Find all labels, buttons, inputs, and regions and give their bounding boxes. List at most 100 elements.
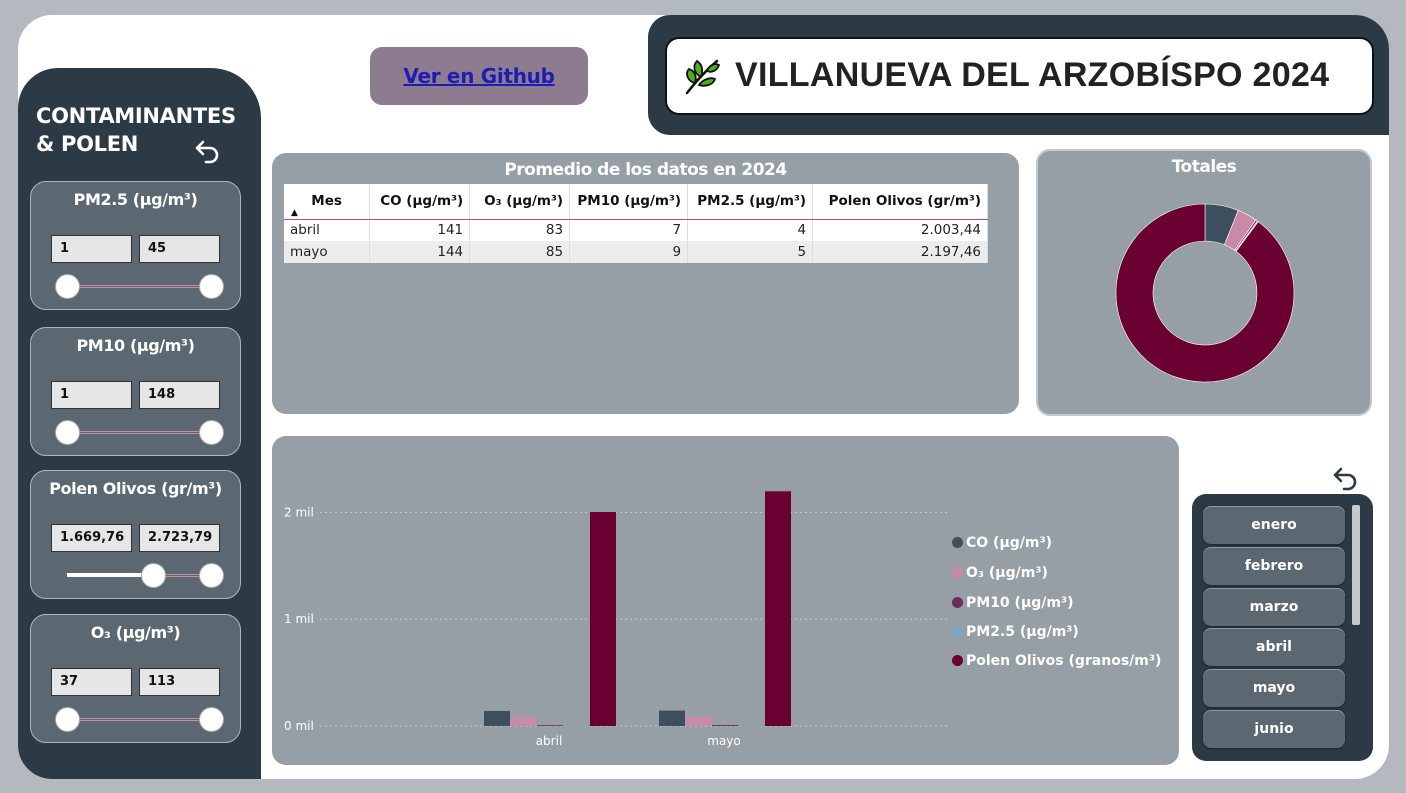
table-row: mayo 144 85 9 5 2.197,46 [284, 241, 988, 263]
range-slider-track[interactable] [67, 718, 211, 721]
table-title: Promedio de los datos en 2024 [504, 160, 787, 180]
legend-item[interactable]: Polen Olivos (granos/m³) [952, 650, 1161, 672]
x-tick-label: abril [536, 734, 563, 748]
legend-label: PM10 (µg/m³) [966, 595, 1074, 611]
totals-panel: Totales [1036, 149, 1372, 416]
y-tick-label: 2 mil [284, 505, 314, 519]
reset-months-icon[interactable] [1332, 465, 1360, 491]
month-option-marzo[interactable]: marzo [1203, 587, 1345, 626]
table-header-row: Mes ▲ CO (µg/m³) O₃ (µg/m³) PM10 (µg/m³) PM2.… [284, 184, 988, 220]
range-min-handle[interactable] [55, 420, 80, 445]
legend-dot-icon [952, 537, 963, 548]
bar[interactable] [590, 511, 616, 726]
table-cell: 4 [687, 219, 814, 241]
table-cell: 5 [687, 241, 814, 263]
sidebar-title: CONTAMINANTES & POLEN [36, 104, 236, 156]
table-cell: 2.197,46 [812, 241, 988, 263]
range-min-handle[interactable] [141, 563, 167, 588]
range-max-handle[interactable] [199, 707, 224, 732]
range-max-handle[interactable] [199, 420, 224, 445]
bar[interactable] [563, 725, 590, 727]
range-min-input[interactable]: 1 [51, 235, 132, 263]
bar[interactable] [484, 710, 510, 726]
legend-dot-icon [952, 626, 963, 637]
page-title: VILLANUEVA DEL ARZOBÍSPO 2024 [735, 56, 1330, 94]
range-max-input[interactable]: 2.723,79 [139, 524, 220, 552]
legend-dot-icon [952, 655, 963, 666]
column-header[interactable]: CO (µg/m³) [369, 184, 471, 220]
table-row: abril 141 83 7 4 2.003,44 [284, 219, 988, 241]
bar[interactable] [765, 491, 791, 726]
filter-card: O₃ (µg/m³) 37 113 [30, 614, 241, 743]
bar-chart-panel: 0 mil 1 mil 2 mil abril mayo CO (µg/m³) O₃ (µ… [272, 436, 1179, 765]
legend-label: PM2.5 (µg/m³) [966, 624, 1079, 640]
range-max-input[interactable]: 45 [139, 235, 220, 263]
report-canvas: CONTAMINANTES & POLEN PM2.5 (µg/m³) 1 45 PM… [18, 15, 1389, 779]
range-min-handle[interactable] [55, 707, 80, 732]
table-cell: 85 [469, 241, 571, 263]
legend-label: CO (µg/m³) [966, 535, 1053, 551]
table-cell: 83 [469, 219, 571, 241]
filter-title: PM2.5 (µg/m³) [73, 190, 198, 209]
filters-sidebar: CONTAMINANTES & POLEN PM2.5 (µg/m³) 1 45 PM… [18, 68, 261, 779]
averages-table-panel: Promedio de los datos en 2024 Mes ▲ CO (µg… [272, 153, 1019, 414]
column-header[interactable]: Polen Olivos (gr/m³) [812, 184, 988, 220]
x-tick-label: mayo [707, 734, 741, 748]
range-max-input[interactable]: 148 [139, 381, 220, 409]
donut-slice[interactable] [1115, 203, 1295, 383]
range-max-handle[interactable] [199, 274, 224, 299]
legend-item[interactable]: PM10 (µg/m³) [952, 592, 1074, 614]
legend-item[interactable]: O₃ (µg/m³) [952, 562, 1048, 584]
range-slider-track[interactable] [67, 431, 211, 434]
bar[interactable] [738, 725, 765, 727]
column-header[interactable]: PM10 (µg/m³) [569, 184, 689, 220]
legend-dot-icon [952, 597, 963, 608]
table-cell: 9 [569, 241, 689, 263]
legend-item[interactable]: CO (µg/m³) [952, 532, 1052, 554]
range-max-handle[interactable] [199, 563, 224, 588]
month-option-junio[interactable]: junio [1203, 710, 1345, 748]
bar[interactable] [510, 717, 537, 726]
table-cell: 144 [369, 241, 471, 263]
reset-filters-icon[interactable] [194, 138, 222, 164]
range-min-handle[interactable] [55, 274, 80, 299]
olive-leaf-icon [685, 59, 721, 95]
header-title-box: VILLANUEVA DEL ARZOBÍSPO 2024 [665, 37, 1374, 115]
range-min-input[interactable]: 37 [51, 668, 132, 696]
filter-card: Polen Olivos (gr/m³) 1.669,76 2.723,79 [30, 470, 241, 599]
table-cell: abril [284, 219, 371, 241]
range-min-input[interactable]: 1 [51, 381, 132, 409]
bar[interactable] [712, 725, 738, 726]
bar[interactable] [537, 725, 563, 727]
legend-label: Polen Olivos (granos/m³) [966, 653, 1162, 669]
month-scrollbar[interactable] [1352, 505, 1360, 625]
totals-donut-chart [1115, 203, 1295, 383]
month-option-febrero[interactable]: febrero [1203, 546, 1345, 585]
filter-card: PM2.5 (µg/m³) 1 45 [30, 181, 241, 310]
column-header[interactable]: PM2.5 (µg/m³) [687, 184, 814, 220]
filter-card: PM10 (µg/m³) 1 148 [30, 327, 241, 456]
github-link-label[interactable]: Ver en Github [403, 64, 555, 88]
month-option-mayo[interactable]: mayo [1203, 669, 1345, 708]
month-option-enero[interactable]: enero [1203, 506, 1345, 544]
table-cell: 2.003,44 [812, 219, 988, 241]
bar[interactable] [685, 716, 712, 726]
filter-title: Polen Olivos (gr/m³) [49, 479, 222, 498]
month-slicer: enero febrero marzo abril mayo junio [1192, 494, 1373, 761]
github-link-button[interactable]: Ver en Github [370, 47, 588, 105]
header-banner: VILLANUEVA DEL ARZOBÍSPO 2024 [648, 15, 1389, 135]
range-min-input[interactable]: 1.669,76 [51, 524, 132, 552]
month-option-abril[interactable]: abril [1203, 628, 1345, 667]
column-header[interactable]: Mes ▲ [284, 184, 371, 220]
legend-item[interactable]: PM2.5 (µg/m³) [952, 621, 1079, 643]
filter-title: PM10 (µg/m³) [76, 336, 195, 355]
range-slider-track[interactable] [67, 285, 211, 288]
legend-dot-icon [952, 567, 963, 578]
sort-ascending-icon[interactable]: ▲ [291, 208, 298, 218]
bar[interactable] [659, 710, 685, 726]
table-cell: 7 [569, 219, 689, 241]
legend-label: O₃ (µg/m³) [966, 565, 1048, 581]
table-cell: mayo [284, 241, 371, 263]
range-max-input[interactable]: 113 [139, 668, 220, 696]
column-header[interactable]: O₃ (µg/m³) [469, 184, 571, 220]
